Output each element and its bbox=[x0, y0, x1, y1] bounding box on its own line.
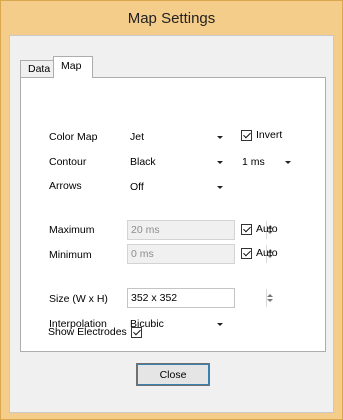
contour-dropdown[interactable]: Black bbox=[127, 152, 227, 172]
maximum-auto-checkbox[interactable]: Auto bbox=[241, 223, 278, 235]
invert-label: Invert bbox=[256, 129, 283, 141]
contour-value: Black bbox=[130, 156, 156, 168]
show-electrodes-checkbox[interactable]: Show Electrodes bbox=[48, 326, 142, 338]
interpolation-dropdown[interactable]: Bicubic bbox=[127, 314, 227, 334]
size-label: Size (W x H) bbox=[49, 293, 108, 305]
contour-interval-dropdown[interactable]: 1 ms bbox=[239, 152, 295, 172]
minimum-label: Minimum bbox=[49, 249, 92, 261]
maximum-spinner[interactable] bbox=[127, 220, 273, 240]
chevron-down-icon bbox=[213, 177, 227, 197]
minimum-auto-label: Auto bbox=[256, 247, 278, 259]
size-input[interactable] bbox=[128, 289, 266, 307]
minimum-spinner[interactable] bbox=[127, 244, 273, 264]
title-bar[interactable]: Map Settings bbox=[1, 1, 342, 35]
minimum-auto-checkbox[interactable]: Auto bbox=[241, 247, 278, 259]
invert-checkbox[interactable]: Invert bbox=[241, 129, 282, 141]
color-map-label: Color Map bbox=[49, 131, 98, 143]
maximum-auto-label: Auto bbox=[256, 223, 278, 235]
chevron-down-icon bbox=[281, 152, 295, 172]
maximum-label: Maximum bbox=[49, 224, 95, 236]
size-spinner[interactable] bbox=[127, 288, 273, 308]
contour-interval-value: 1 ms bbox=[242, 156, 265, 168]
checkmark-icon bbox=[241, 247, 252, 259]
chevron-down-icon bbox=[213, 314, 227, 334]
tab-data[interactable]: Data bbox=[20, 60, 54, 78]
checkmark-icon bbox=[130, 326, 142, 338]
show-electrodes-label: Show Electrodes bbox=[48, 326, 127, 338]
close-button[interactable]: Close bbox=[136, 363, 210, 386]
window-title: Map Settings bbox=[127, 9, 216, 27]
arrows-dropdown[interactable]: Off bbox=[127, 177, 227, 197]
color-map-dropdown[interactable]: Jet bbox=[127, 127, 227, 147]
map-tab-panel: Color Map Jet Invert Contour Black 1 ms … bbox=[20, 77, 326, 352]
arrows-label: Arrows bbox=[49, 180, 82, 192]
arrows-value: Off bbox=[130, 181, 144, 193]
tab-map[interactable]: Map bbox=[53, 56, 93, 78]
map-settings-window: Map Settings Data Map Color Map Jet Inve… bbox=[0, 0, 343, 420]
color-map-value: Jet bbox=[130, 131, 145, 143]
dialog-client-area: Data Map Color Map Jet Invert Contour Bl… bbox=[9, 35, 334, 413]
chevron-down-icon bbox=[213, 152, 227, 172]
spinner-arrows-icon[interactable] bbox=[266, 289, 273, 307]
contour-label: Contour bbox=[49, 156, 87, 168]
checkmark-icon bbox=[241, 129, 252, 141]
checkmark-icon bbox=[241, 223, 252, 235]
chevron-down-icon bbox=[213, 127, 227, 147]
